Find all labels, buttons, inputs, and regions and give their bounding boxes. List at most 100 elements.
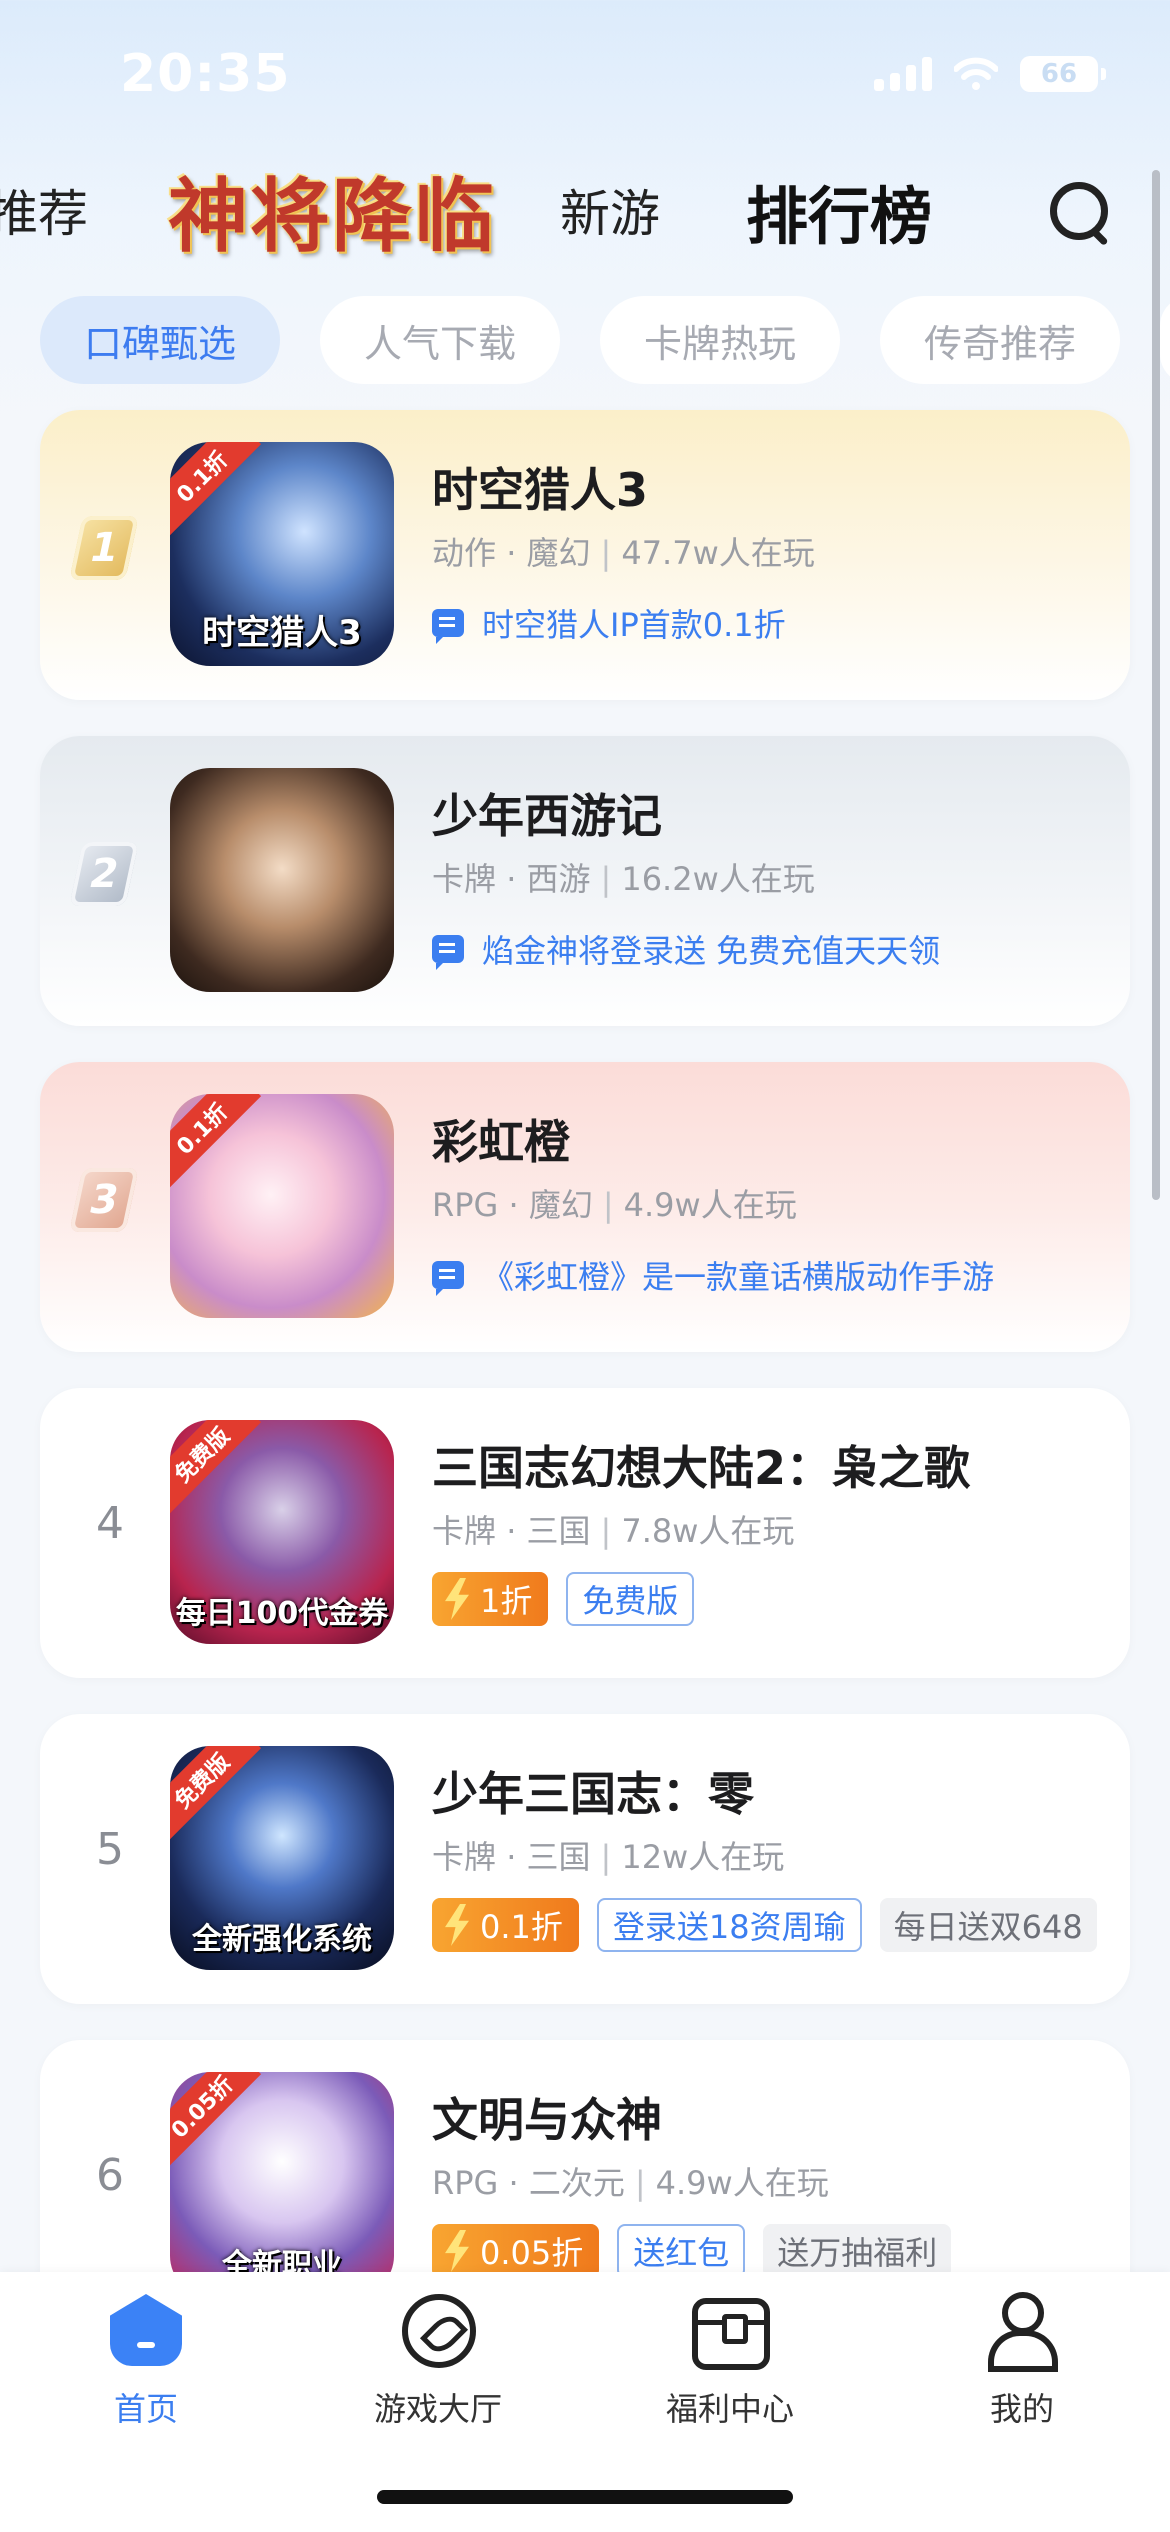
lightning-icon — [445, 1904, 469, 1946]
game-theme: 魔幻 — [528, 1186, 593, 1224]
discount-tag: 1折 — [432, 1572, 549, 1626]
game-genre: RPG — [432, 1186, 499, 1224]
icon-caption: 每日100代金券 — [175, 1596, 389, 1631]
game-players: 12w人在玩 — [621, 1838, 785, 1876]
icon-caption: 时空猎人3 — [202, 613, 362, 653]
scrollbar[interactable] — [1152, 170, 1160, 1200]
nav-tab-new-games[interactable]: 新游 — [560, 174, 660, 246]
nav-tab-ranking[interactable]: 排行榜 — [746, 166, 932, 256]
game-icon: 0.05折 全新职业 — [170, 2072, 394, 2296]
benefit-tag: 送万抽福利 — [763, 2224, 952, 2278]
rank-number: 4 — [96, 1498, 124, 1549]
message-icon — [432, 1261, 464, 1296]
feature-tag: 登录送18资周瑜 — [596, 1898, 862, 1952]
game-card[interactable]: 4 免费版 每日100代金券 三国志幻想大陆2：枭之歌 卡牌 · 三国 | 7.8w… — [40, 1388, 1130, 1678]
game-meta: 卡牌 · 三国 | 7.8w人在玩 — [432, 1512, 795, 1550]
game-genre: 卡牌 — [432, 1512, 497, 1550]
chip-legend[interactable]: 传奇推荐 — [880, 296, 1121, 384]
game-icon: 0.1折 — [170, 1094, 394, 1318]
rank-number: 6 — [96, 2150, 124, 2201]
game-players: 7.8w人在玩 — [621, 1512, 795, 1550]
game-icon: 免费版 每日100代金券 — [170, 1420, 394, 1644]
game-theme: 西游 — [526, 860, 591, 898]
game-theme: 魔幻 — [526, 534, 591, 572]
game-players: 47.7w人在玩 — [621, 534, 815, 572]
nav-tab-recommend[interactable]: 推荐 — [0, 174, 88, 246]
chip-popular[interactable]: 人气下载 — [320, 296, 561, 384]
message-icon — [432, 609, 464, 644]
treasure-chest-icon — [690, 2290, 770, 2370]
game-card[interactable]: 1 0.1折 时空猎人3 时空猎人3 动作 · 魔幻 | 47.7w人在玩 时空猎人… — [40, 410, 1130, 700]
game-icon — [170, 768, 394, 992]
lightning-icon — [445, 1578, 469, 1620]
game-genre: 卡牌 — [432, 860, 497, 898]
rank-number: 5 — [96, 1824, 124, 1875]
battery-icon: 66 — [1020, 56, 1106, 92]
game-meta: 卡牌 · 西游 | 16.2w人在玩 — [432, 860, 815, 898]
game-genre: RPG — [432, 2164, 499, 2202]
chip-reputation[interactable]: 口碑甄选 — [40, 296, 281, 384]
person-icon — [982, 2290, 1062, 2372]
filter-chips: 口碑甄选 人气下载 卡牌热玩 传奇推荐 — [40, 296, 1170, 384]
rank-medal-gold: 1 — [69, 516, 139, 580]
status-icons: 66 — [874, 56, 1106, 92]
game-title: 时空猎人3 — [432, 463, 649, 517]
nav-banner-event[interactable]: 神将降临 — [168, 152, 496, 268]
game-meta: RPG · 魔幻 | 4.9w人在玩 — [432, 1186, 797, 1224]
game-title: 少年西游记 — [432, 789, 662, 843]
discount-tag: 0.05折 — [432, 2224, 600, 2278]
game-tags: 0.05折 送红包 送万抽福利 — [432, 2224, 952, 2278]
game-meta: 卡牌 · 三国 | 12w人在玩 — [432, 1838, 785, 1876]
chip-card[interactable]: 卡牌热玩 — [600, 296, 841, 384]
game-meta: 动作 · 魔幻 | 47.7w人在玩 — [432, 534, 815, 572]
game-card[interactable]: 3 0.1折 彩虹橙 RPG · 魔幻 | 4.9w人在玩 《彩虹橙》是一款童话横版… — [40, 1062, 1130, 1352]
game-tags: 0.1折 登录送18资周瑜 每日送双648 — [432, 1898, 1097, 1952]
icon-caption: 全新强化系统 — [192, 1922, 372, 1957]
game-title: 彩虹橙 — [432, 1115, 570, 1169]
home-icon — [106, 2290, 186, 2370]
game-description-text: 《彩虹橙》是一款童话横版动作手游 — [482, 1258, 995, 1296]
benefit-tag: 每日送双648 — [879, 1898, 1097, 1952]
feature-tag: 免费版 — [566, 1572, 695, 1626]
game-description: 时空猎人IP首款0.1折 — [432, 600, 786, 646]
rank-medal-bronze: 3 — [69, 1168, 139, 1232]
chip-more-partial[interactable] — [1160, 296, 1170, 384]
game-players: 4.9w人在玩 — [623, 1186, 797, 1224]
bottom-tab-bar: 首页 游戏大厅 福利中心 我的 — [0, 2272, 1170, 2532]
game-theme: 三国 — [526, 1512, 591, 1550]
home-indicator[interactable] — [377, 2490, 793, 2504]
game-description: 《彩虹橙》是一款童话横版动作手游 — [432, 1252, 994, 1298]
tab-mine[interactable]: 我的 — [922, 2290, 1122, 2430]
game-description-text: 时空猎人IP首款0.1折 — [482, 606, 786, 644]
game-title: 文明与众神 — [432, 2093, 662, 2147]
game-tags: 1折 免费版 — [432, 1572, 695, 1626]
game-title: 少年三国志：零 — [432, 1767, 754, 1821]
cellular-signal-icon — [874, 57, 932, 91]
tab-welfare[interactable]: 福利中心 — [630, 2290, 830, 2430]
search-button[interactable] — [1046, 178, 1110, 247]
status-time: 20:35 — [120, 44, 291, 104]
feature-tag: 送红包 — [617, 2224, 746, 2278]
game-description: 焰金神将登录送 免费充值天天领 — [432, 926, 940, 972]
tab-home[interactable]: 首页 — [46, 2290, 246, 2430]
tab-game-hall-label: 游戏大厅 — [373, 2390, 502, 2428]
game-meta: RPG · 二次元 | 4.9w人在玩 — [432, 2164, 829, 2202]
tab-game-hall[interactable]: 游戏大厅 — [338, 2290, 538, 2430]
game-icon: 免费版 全新强化系统 — [170, 1746, 394, 1970]
game-theme: 三国 — [526, 1838, 591, 1876]
game-card[interactable]: 5 免费版 全新强化系统 少年三国志：零 卡牌 · 三国 | 12w人在玩 0.1折… — [40, 1714, 1130, 2004]
discount-tag: 0.1折 — [432, 1898, 579, 1952]
game-description-text: 焰金神将登录送 免费充值天天领 — [482, 932, 941, 970]
game-theme: 二次元 — [528, 2164, 625, 2202]
game-icon: 0.1折 时空猎人3 — [170, 442, 394, 666]
game-genre: 动作 — [432, 534, 497, 572]
status-bar: 20:35 66 — [0, 0, 1170, 150]
game-players: 4.9w人在玩 — [655, 2164, 829, 2202]
game-genre: 卡牌 — [432, 1838, 497, 1876]
tab-home-label: 首页 — [113, 2390, 178, 2428]
game-card[interactable]: 2 少年西游记 卡牌 · 西游 | 16.2w人在玩 焰金神将登录送 免费充值天天领 — [40, 736, 1130, 1026]
rank-medal-silver: 2 — [69, 842, 139, 906]
compass-icon — [398, 2290, 478, 2370]
top-nav: 推荐 神将降临 新游 排行榜 — [0, 140, 1170, 270]
wifi-icon — [954, 57, 998, 90]
